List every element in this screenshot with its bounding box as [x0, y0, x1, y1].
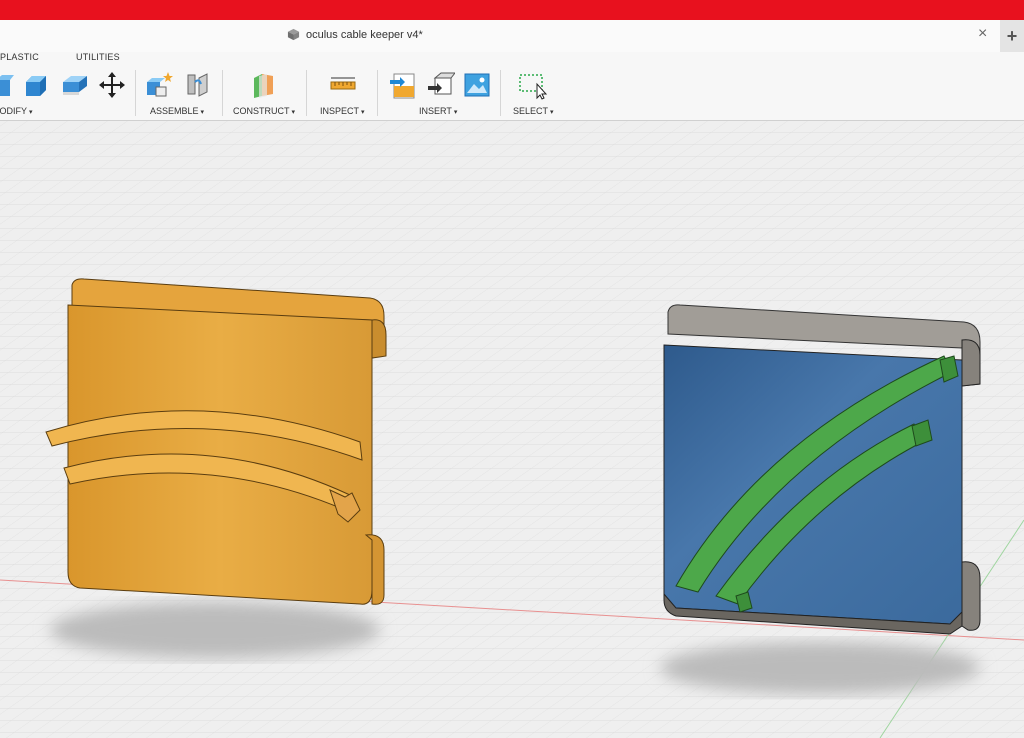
orange-cable-keeper-body[interactable] — [45, 278, 387, 605]
move-icon[interactable] — [97, 70, 127, 100]
construct-menu[interactable]: CONSTRUCT ▾ — [233, 106, 295, 116]
insert-svg-icon[interactable] — [388, 70, 418, 100]
measure-icon[interactable] — [328, 70, 358, 100]
caret-icon: ▾ — [291, 109, 296, 116]
canvas — [0, 121, 1024, 738]
shadow-left — [50, 602, 380, 658]
toolbar-separator — [306, 70, 307, 116]
new-component-icon[interactable] — [144, 70, 174, 100]
close-tab-button[interactable]: × — [978, 25, 987, 43]
window-select-icon[interactable] — [517, 70, 547, 100]
modify-label: MODIFY — [0, 106, 27, 116]
inspect-menu[interactable]: INSPECT ▾ — [320, 106, 365, 116]
insert-mesh-icon[interactable] — [425, 70, 455, 100]
caret-icon: ▾ — [29, 109, 33, 116]
insert-menu[interactable]: INSERT ▾ — [419, 106, 457, 116]
toolbar-separator — [377, 70, 378, 116]
inspect-label: INSPECT — [320, 106, 360, 116]
toolbar-separator — [500, 70, 501, 116]
caret-icon: ▾ — [453, 109, 458, 116]
3d-viewport[interactable] — [0, 121, 1024, 738]
document-tab[interactable]: oculus cable keeper v4* — [287, 28, 423, 41]
select-label: SELECT — [513, 106, 549, 116]
caret-icon: ▾ — [550, 109, 554, 116]
document-title: oculus cable keeper v4* — [306, 28, 423, 41]
canvas-image-icon[interactable] — [462, 70, 492, 100]
joint-icon[interactable] — [183, 70, 213, 100]
insert-label: INSERT — [419, 106, 452, 116]
caret-icon: ▾ — [361, 109, 365, 116]
fillet-icon[interactable] — [22, 70, 52, 100]
modify-menu[interactable]: MODIFY▾ — [0, 106, 33, 116]
toolbar-separator — [222, 70, 223, 116]
app-title-bar — [0, 0, 1024, 20]
cube-icon — [287, 28, 300, 41]
shadow-right — [660, 642, 980, 694]
tab-utilities[interactable]: UTILITIES — [76, 52, 120, 62]
press-pull-icon[interactable] — [0, 70, 24, 100]
caret-icon: ▾ — [200, 109, 205, 116]
construct-label: CONSTRUCT — [233, 106, 290, 116]
plane-icon[interactable] — [249, 70, 279, 100]
shell-icon[interactable] — [60, 70, 90, 100]
new-tab-button[interactable]: + — [1000, 20, 1024, 52]
assemble-label: ASSEMBLE — [150, 106, 199, 116]
assemble-menu[interactable]: ASSEMBLE ▾ — [150, 106, 204, 116]
toolbar-separator — [135, 70, 136, 116]
tab-plastic[interactable]: PLASTIC — [0, 52, 39, 62]
document-tab-strip: oculus cable keeper v4* × + — [0, 20, 1024, 53]
ribbon-toolbar: PLASTIC UTILITIES MODIFY▾ ASSEMBLE▾ — [0, 52, 1024, 121]
select-menu[interactable]: SELECT ▾ — [513, 106, 554, 116]
